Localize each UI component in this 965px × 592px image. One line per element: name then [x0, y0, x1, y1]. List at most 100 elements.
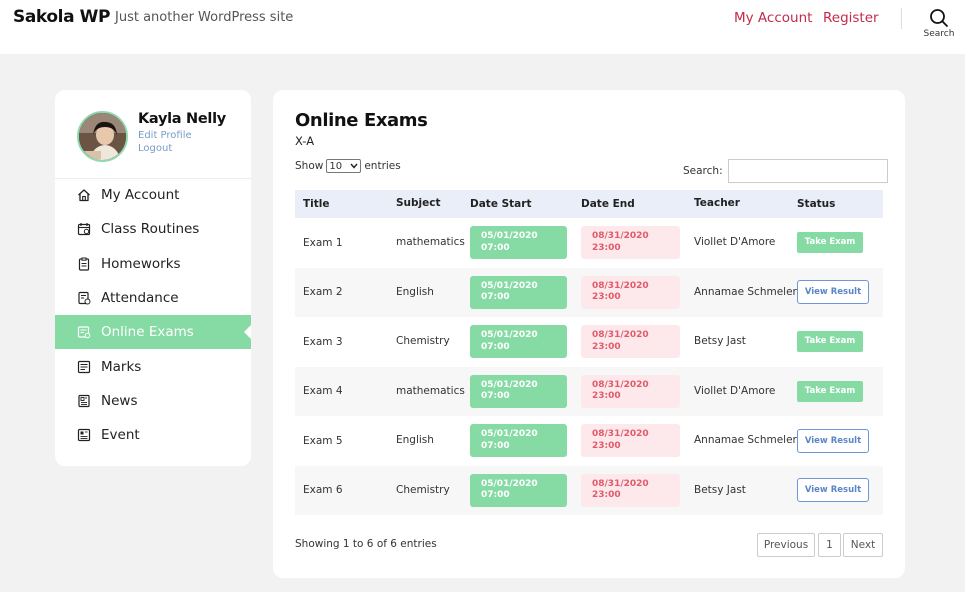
table-row: Exam 3 Chemistry 05/01/2020 07:00 08/31/… [295, 317, 883, 367]
date-start-badge: 05/01/2020 07:00 [470, 424, 567, 458]
date-end-badge: 08/31/2020 23:00 [581, 325, 680, 359]
nav-my-account[interactable]: My Account [734, 10, 812, 26]
date-end-badge: 08/31/2020 23:00 [581, 473, 680, 507]
take-exam-button[interactable]: Take Exam [797, 232, 863, 254]
exam-subject: English [396, 434, 434, 447]
clipboard-icon [76, 256, 92, 272]
exam-subject: mathematics [396, 236, 465, 249]
column-header-subject[interactable]: Subject [396, 197, 470, 210]
date-end-badge: 08/31/2020 23:00 [581, 424, 680, 458]
exam-title: Exam 6 [303, 484, 343, 497]
table-search-input[interactable] [727, 159, 888, 183]
view-result-button[interactable]: View Result [797, 478, 869, 503]
search-icon [930, 9, 948, 27]
sidebar-item-label: Event [101, 427, 140, 444]
column-header-teacher[interactable]: Teacher [694, 197, 797, 210]
entries-label: entries [364, 160, 401, 172]
exam-subject: Chemistry [396, 483, 450, 496]
exam-title: Exam 4 [303, 385, 343, 398]
pagination-next-button[interactable]: Next [843, 533, 883, 557]
news-icon [76, 393, 92, 409]
view-result-button[interactable]: View Result [797, 428, 869, 453]
chevron-down-icon [350, 163, 358, 169]
sidebar-menu: My Account Class Routines Homeworks Atte… [55, 178, 251, 452]
table-row: Exam 2 English 05/01/2020 07:00 08/31/20… [295, 267, 883, 317]
sidebar-item-label: Online Exams [101, 324, 194, 341]
sidebar-item-label: News [101, 392, 138, 409]
sidebar: Kayla Nelly Edit Profile Logout My Accou… [55, 90, 251, 466]
exam-subject: English [396, 285, 434, 298]
pagination-previous-button[interactable]: Previous [757, 533, 815, 557]
exam-title: Exam 3 [303, 335, 343, 348]
sidebar-item-label: Homeworks [101, 255, 181, 272]
exam-teacher: Viollet D'Amore [694, 236, 776, 249]
entries-select[interactable]: 10 [326, 159, 362, 173]
sidebar-item-label: Marks [101, 358, 142, 375]
edit-profile-link[interactable]: Edit Profile [138, 130, 192, 141]
date-end-badge: 08/31/2020 23:00 [581, 226, 680, 260]
date-start-badge: 05/01/2020 07:00 [470, 226, 567, 260]
entries-length: Show 10 entries [295, 159, 401, 173]
column-header-title[interactable]: Title [295, 198, 396, 210]
column-header-status[interactable]: Status [797, 198, 883, 210]
show-label: Show [295, 160, 324, 172]
take-exam-button[interactable]: Take Exam [797, 331, 863, 353]
view-result-button[interactable]: View Result [797, 280, 869, 305]
exam-teacher: Betsy Jast [694, 335, 746, 348]
table-search-label: Search: [683, 165, 723, 177]
sidebar-item-marks[interactable]: Marks [55, 349, 251, 383]
pagination-page-1[interactable]: 1 [818, 533, 841, 557]
date-start-badge: 05/01/2020 07:00 [470, 275, 567, 309]
exam-title: Exam 2 [303, 286, 343, 299]
site-header: Sakola WP Just another WordPress site My… [0, 0, 965, 54]
table-info: Showing 1 to 6 of 6 entries [295, 538, 437, 550]
table-row: Exam 6 Chemistry 05/01/2020 07:00 08/31/… [295, 465, 883, 515]
sidebar-item-class-routines[interactable]: Class Routines [55, 212, 251, 246]
calendar-icon [76, 221, 92, 237]
table-header: Title Subject Date Start Date End Teache… [295, 190, 883, 218]
exam-teacher: Betsy Jast [694, 483, 746, 496]
logout-link[interactable]: Logout [138, 143, 172, 154]
table-search: Search: [683, 159, 888, 183]
sidebar-item-homeworks[interactable]: Homeworks [55, 247, 251, 281]
search-label: Search [923, 29, 955, 39]
sidebar-item-label: Class Routines [101, 221, 200, 238]
site-tagline: Just another WordPress site [115, 10, 294, 25]
home-icon [76, 187, 92, 203]
exam-subject: mathematics [396, 384, 465, 397]
entries-value: 10 [329, 160, 343, 172]
sidebar-item-label: Attendance [101, 290, 179, 307]
exam-title: Exam 5 [303, 434, 343, 447]
exam-teacher: Annamae Schmeler [694, 285, 797, 298]
sidebar-item-label: My Account [101, 187, 180, 204]
sidebar-item-news[interactable]: News [55, 384, 251, 418]
search-button[interactable]: Search [918, 8, 960, 44]
sidebar-item-attendance[interactable]: Attendance [55, 281, 251, 315]
profile-name: Kayla Nelly [138, 111, 226, 127]
online-exams-panel: Online Exams X-A Show 10 entries Search:… [273, 90, 905, 578]
class-label: X-A [295, 134, 315, 148]
date-start-badge: 05/01/2020 07:00 [470, 325, 567, 359]
column-header-date-start[interactable]: Date Start [470, 198, 581, 210]
table-row: Exam 4 mathematics 05/01/2020 07:00 08/3… [295, 366, 883, 416]
column-header-date-end[interactable]: Date End [581, 198, 694, 210]
nav-register[interactable]: Register [823, 10, 879, 26]
event-icon [76, 427, 92, 443]
exam-teacher: Annamae Schmeler [694, 434, 797, 447]
table-row: Exam 1 mathematics 05/01/2020 07:00 08/3… [295, 218, 883, 268]
sidebar-item-event[interactable]: Event [55, 418, 251, 452]
sidebar-item-online-exams[interactable]: Online Exams [55, 315, 251, 350]
header-divider [901, 8, 902, 29]
site-title[interactable]: Sakola WP [13, 7, 110, 27]
exam-title: Exam 1 [303, 236, 343, 249]
avatar[interactable] [77, 111, 128, 162]
sidebar-item-my-account[interactable]: My Account [55, 178, 251, 212]
date-start-badge: 05/01/2020 07:00 [470, 473, 567, 507]
table-row: Exam 5 English 05/01/2020 07:00 08/31/20… [295, 416, 883, 466]
exam-icon [76, 324, 92, 340]
date-end-badge: 08/31/2020 23:00 [581, 374, 680, 408]
page-title: Online Exams [295, 110, 428, 131]
date-start-badge: 05/01/2020 07:00 [470, 374, 567, 408]
attendance-icon [76, 290, 92, 306]
take-exam-button[interactable]: Take Exam [797, 380, 863, 402]
